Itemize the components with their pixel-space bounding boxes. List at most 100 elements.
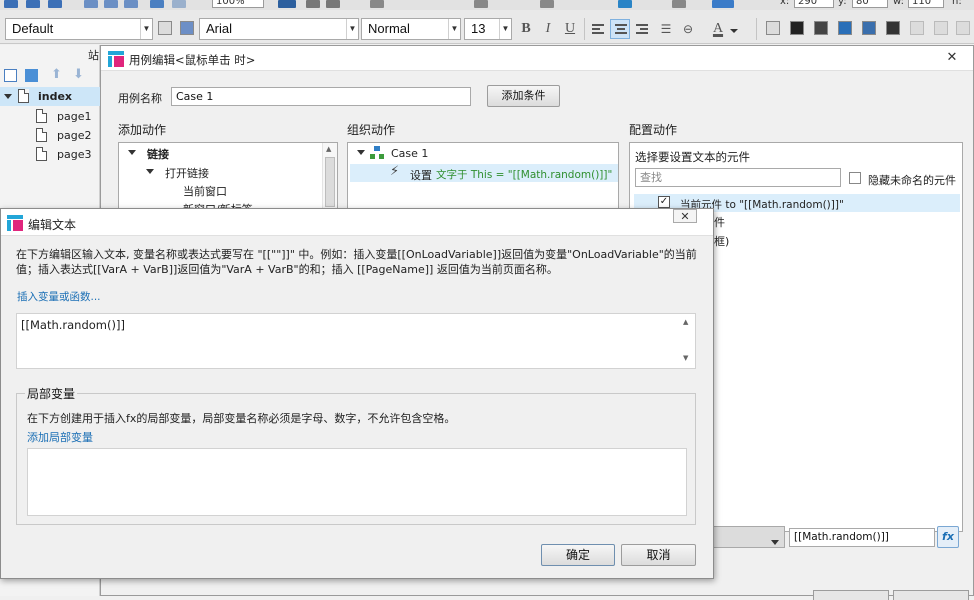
- case-name-input[interactable]: Case 1: [171, 87, 471, 106]
- ungroup-icon[interactable]: [862, 21, 876, 35]
- save-icon[interactable]: [48, 0, 62, 8]
- add-condition-button[interactable]: 添加条件: [487, 85, 560, 107]
- copy-icon[interactable]: [104, 0, 118, 8]
- case-label[interactable]: Case 1: [391, 147, 428, 160]
- font-weight-combo[interactable]: Normal ▼: [361, 18, 461, 40]
- text-editor-value[interactable]: [[Math.random()]]: [21, 318, 125, 332]
- scrollbar[interactable]: ▲: [322, 143, 337, 211]
- paste-icon[interactable]: [124, 0, 138, 8]
- font-size-value: 13: [471, 21, 486, 36]
- chevron-down-icon[interactable]: ▼: [448, 19, 460, 39]
- bring-front-icon[interactable]: [766, 21, 780, 35]
- action-group-link[interactable]: 链接: [147, 146, 169, 162]
- value-input[interactable]: [[Math.random()]]: [789, 528, 935, 547]
- add-local-variable-link[interactable]: 添加局部变量: [27, 429, 93, 445]
- crop-icon[interactable]: [326, 0, 340, 8]
- cancel-button[interactable]: 取消: [621, 544, 696, 566]
- chevron-down-icon[interactable]: [771, 535, 779, 548]
- link-button[interactable]: ⊖: [678, 19, 698, 39]
- add-folder-icon[interactable]: [25, 69, 38, 82]
- align-center-button[interactable]: [610, 19, 630, 39]
- widget-search-input[interactable]: 查找: [635, 168, 841, 187]
- widget-row-3[interactable]: 框): [714, 233, 729, 249]
- expand-icon[interactable]: [4, 94, 12, 99]
- fx-button[interactable]: fx: [937, 526, 959, 548]
- group-icon[interactable]: [838, 21, 852, 35]
- tree-item-index[interactable]: index: [0, 87, 100, 106]
- scroll-down-icon[interactable]: ▼: [683, 354, 688, 362]
- insert-variable-link[interactable]: 插入变量或函数...: [17, 289, 101, 304]
- font-combo[interactable]: Arial ▼: [199, 18, 359, 40]
- collapse-icon[interactable]: [357, 150, 365, 155]
- line-icon[interactable]: [540, 0, 554, 8]
- scroll-up-icon[interactable]: ▲: [326, 145, 331, 153]
- chevron-down-icon[interactable]: [730, 23, 738, 36]
- pointer-icon[interactable]: [278, 0, 296, 8]
- brush-icon[interactable]: [180, 21, 194, 35]
- chevron-down-icon[interactable]: ▼: [499, 19, 511, 39]
- tree-item-page3[interactable]: page3: [0, 145, 100, 164]
- border-icon[interactable]: [474, 0, 488, 8]
- toolbar-top-row: 100% x: 290 y: 80 w: 110 h:: [0, 0, 974, 10]
- ok-button[interactable]: 确定: [541, 544, 615, 566]
- scrollbar[interactable]: ▲ ▼: [680, 314, 695, 368]
- align-icon[interactable]: [910, 21, 924, 35]
- align-right-icon: [640, 28, 648, 30]
- move-down-icon[interactable]: ⬇: [73, 68, 86, 82]
- local-variables-list[interactable]: [27, 448, 687, 516]
- edit-text-titlebar: 编辑文本 ✕: [1, 209, 713, 236]
- underline-button[interactable]: U: [560, 19, 580, 39]
- font-size-combo[interactable]: 13 ▼: [464, 18, 512, 40]
- open-icon[interactable]: [26, 0, 40, 8]
- send-back-icon[interactable]: [886, 21, 900, 35]
- scroll-thumb[interactable]: [325, 157, 335, 207]
- bold-button[interactable]: B: [516, 19, 536, 39]
- y-field[interactable]: 80: [852, 0, 888, 8]
- tree-item-page1[interactable]: page1: [0, 107, 100, 126]
- align-left-button[interactable]: [588, 19, 608, 39]
- italic-button[interactable]: I: [538, 19, 558, 39]
- connect-icon[interactable]: [306, 0, 320, 8]
- redo-icon[interactable]: [172, 0, 186, 8]
- action-open-link[interactable]: 打开链接: [165, 165, 209, 181]
- collapse-icon[interactable]: [128, 150, 136, 155]
- w-field[interactable]: 110: [908, 0, 944, 8]
- tree-item-page2[interactable]: page2: [0, 126, 100, 145]
- style-combo[interactable]: Default ▼: [5, 18, 153, 40]
- ok-button-partial[interactable]: [813, 590, 889, 600]
- close-icon[interactable]: ✕: [941, 50, 963, 66]
- align-right-button[interactable]: [632, 19, 652, 39]
- layout-icon[interactable]: [4, 0, 18, 8]
- collapse-icon[interactable]: [146, 169, 154, 174]
- align-left-icon: [592, 28, 600, 30]
- widget-row-2[interactable]: 件: [714, 214, 725, 230]
- cancel-button-partial[interactable]: [893, 590, 969, 600]
- bullet-list-button[interactable]: ☰: [656, 19, 676, 39]
- chevron-down-icon[interactable]: ▼: [140, 19, 152, 39]
- text-editor[interactable]: [[Math.random()]] ▲ ▼: [16, 313, 696, 369]
- send-backward-icon[interactable]: [814, 21, 828, 35]
- font-color-button[interactable]: A: [708, 19, 728, 39]
- dialog-title: 用例编辑<鼠标单击 时>: [129, 53, 256, 67]
- cut-icon[interactable]: [84, 0, 98, 8]
- action-current-window[interactable]: 当前窗口: [183, 183, 227, 199]
- check-icon[interactable]: ✓: [658, 196, 670, 208]
- insert-icon[interactable]: [370, 0, 384, 8]
- chevron-down-icon[interactable]: ▼: [346, 19, 358, 39]
- distribute-v-icon[interactable]: [956, 21, 970, 35]
- distribute-icon[interactable]: [934, 21, 948, 35]
- bring-forward-icon[interactable]: [790, 21, 804, 35]
- hide-unnamed-checkbox[interactable]: [849, 172, 861, 184]
- zoom-select[interactable]: 100%: [212, 0, 264, 8]
- x-field[interactable]: 290: [794, 0, 834, 8]
- format-painter-icon[interactable]: [158, 21, 172, 35]
- close-icon[interactable]: ✕: [673, 209, 697, 223]
- fill-icon[interactable]: [618, 0, 632, 8]
- selected-action-row[interactable]: ⚡ 设置 文字于 This = "[[Math.random()]]": [350, 164, 618, 182]
- style-icon[interactable]: [712, 0, 734, 8]
- shadow-icon[interactable]: [672, 0, 686, 8]
- add-page-icon[interactable]: [4, 69, 17, 82]
- scroll-up-icon[interactable]: ▲: [683, 318, 688, 326]
- move-up-icon[interactable]: ⬆: [51, 68, 64, 82]
- undo-icon[interactable]: [150, 0, 164, 8]
